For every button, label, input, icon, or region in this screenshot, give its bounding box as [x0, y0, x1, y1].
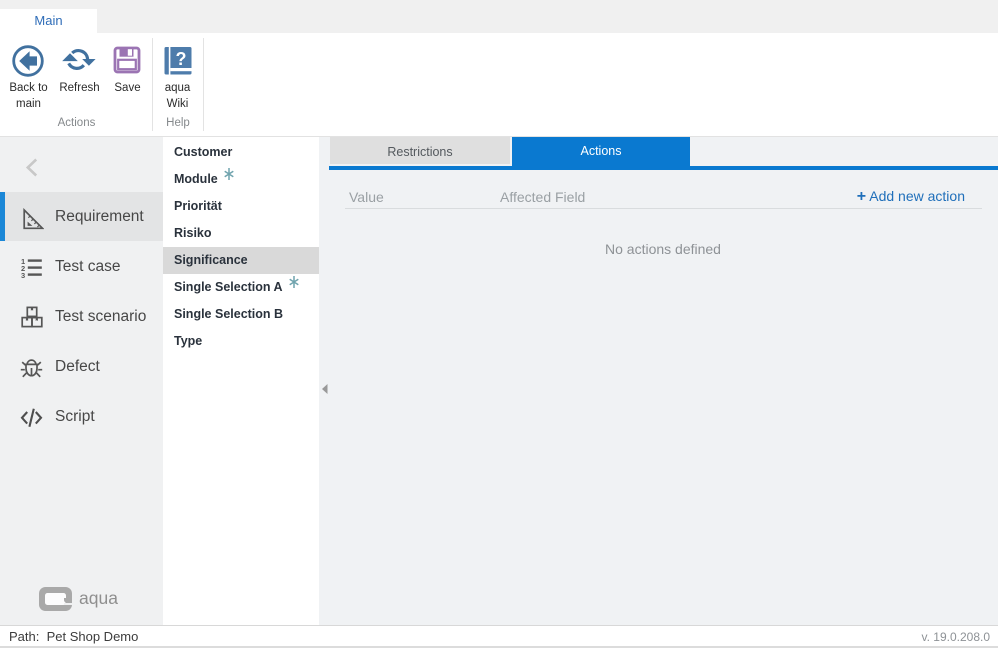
svg-text:3: 3 — [21, 271, 25, 278]
svg-text:?: ? — [176, 49, 187, 69]
